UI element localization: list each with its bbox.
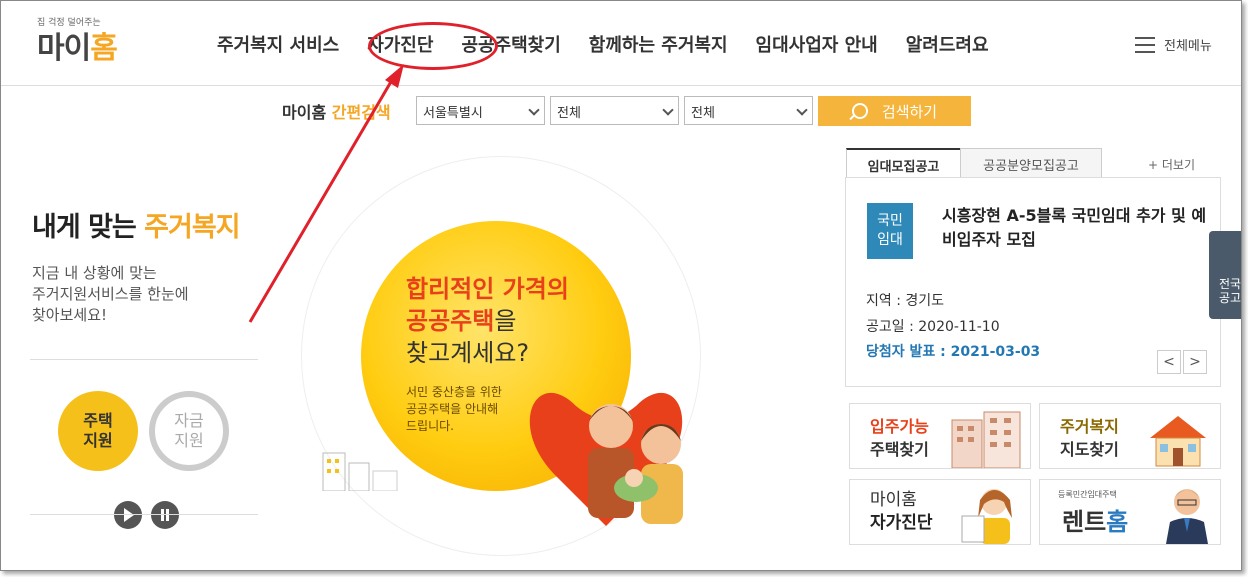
banner-label: 마이홈 [870, 490, 917, 510]
category-select[interactable]: 전체 [684, 96, 813, 125]
banner-available-housing[interactable]: 입주가능 주택찾기 [849, 403, 1031, 469]
fund-support-button[interactable]: 자금 지원 [149, 391, 229, 471]
buildings-illustration [322, 452, 398, 491]
nav-item-landlord-guide[interactable]: 임대사업자 안내 [756, 31, 878, 57]
search-button[interactable]: 검색하기 [818, 96, 971, 126]
family-heart-illustration [529, 392, 683, 526]
banner-rent-home-part2: 홈 [1106, 508, 1129, 536]
pause-button[interactable] [151, 501, 179, 529]
tab-rental-notice[interactable]: 임대모집공고 [846, 148, 961, 178]
banner-label: 자가진단 [870, 513, 933, 533]
quick-search-title-part1: 마이홈 [282, 103, 327, 122]
main-nav: 주거복지 서비스 자가진단 공공주택찾기 함께하는 주거복지 임대사업자 안내 … [217, 31, 1017, 57]
visual-title: 합리적인 가격의 공공주택을 찾고계세요? [406, 273, 569, 369]
badge-line: 임대 [877, 232, 903, 248]
banner-label: 주택찾기 [870, 440, 929, 459]
region-select-value: 서울특별시 [423, 106, 483, 121]
banner-label: 입주가능 [870, 417, 929, 436]
notice-next-button[interactable]: > [1183, 350, 1207, 374]
side-tab-label: 전국 [1219, 277, 1242, 291]
logo-name-part1: 마이 [37, 31, 91, 66]
left-desc-line: 찾아보세요! [32, 306, 108, 324]
banner-rent-home-subtitle: 등록민간임대주택 [1058, 490, 1117, 499]
fund-support-label: 지원 [174, 431, 204, 450]
chevron-down-icon [796, 104, 808, 116]
banner-label: 주거복지 [1060, 417, 1119, 436]
house-icon [1150, 416, 1206, 467]
region-select[interactable]: 서울특별시 [416, 96, 545, 125]
nav-item-welfare-service[interactable]: 주거복지 서비스 [217, 31, 339, 57]
category-select-value: 전체 [691, 106, 715, 121]
play-button[interactable] [114, 501, 142, 529]
notice-type-badge: 국민 임대 [867, 203, 913, 259]
woman-reading-icon [961, 489, 1012, 544]
housing-support-label: 지원 [83, 431, 113, 450]
divider [30, 359, 258, 360]
notice-date: 공고일 : 2020-11-10 [866, 319, 1000, 335]
visual-title-line3: 찾고계세요? [406, 339, 530, 367]
notice-prev-button[interactable]: < [1157, 350, 1181, 374]
more-link[interactable]: + 더보기 [1148, 156, 1195, 173]
left-desc-line: 주거지원서비스를 한눈에 [32, 285, 189, 303]
type-select[interactable]: 전체 [550, 96, 679, 125]
notice-title[interactable]: 시흥장현 A-5블록 국민임대 추가 및 예비입주자 모집 [942, 204, 1212, 252]
search-button-label: 검색하기 [881, 102, 938, 121]
search-icon [851, 103, 868, 119]
visual-sub-line: 공공주택을 안내해 [406, 402, 499, 416]
visual-sub-line: 드립니다. [406, 419, 454, 433]
side-tab-label: 공고 [1219, 291, 1242, 305]
left-desc-line: 지금 내 상황에 맞는 [32, 264, 157, 282]
hamburger-icon [1135, 36, 1155, 53]
notice-card[interactable]: 국민 임대 시흥장현 A-5블록 국민임대 추가 및 예비입주자 모집 지역 :… [845, 177, 1221, 387]
nav-item-notices[interactable]: 알려드려요 [906, 31, 989, 57]
all-menu-label: 전체메뉴 [1164, 39, 1212, 54]
banner-welfare-map[interactable]: 주거복지 지도찾기 [1039, 403, 1221, 469]
highlight-circle-annotation [368, 22, 498, 70]
visual-title-line1: 합리적인 가격의 [406, 275, 569, 303]
apartment-building-icon [951, 411, 1021, 468]
quick-search-title-part2: 간편검색 [331, 103, 391, 122]
fund-support-label: 자금 [174, 411, 204, 430]
chevron-down-icon [528, 104, 540, 116]
browser-frame: 집 걱정 덜어주는 마이홈 주거복지 서비스 자가진단 공공주택찾기 함께하는 … [0, 0, 1242, 571]
banner-self-diagnosis[interactable]: 마이홈 자가진단 [849, 479, 1031, 545]
visual-title-rest: 을 [494, 307, 517, 335]
notice-region: 지역 : 경기도 [866, 293, 945, 309]
banner-rent-home-part1: 렌트 [1062, 508, 1107, 536]
visual-subtitle: 서민 중산층을 위한 공공주택을 안내해 드립니다. [406, 384, 502, 435]
businessman-icon [1166, 489, 1208, 544]
logo-name-part2: 홈 [90, 31, 118, 66]
banner-rent-home-title: 렌트홈 [1062, 502, 1128, 537]
notice-announce-date: 당첨자 발표 : 2021-03-03 [866, 344, 1041, 360]
type-select-value: 전체 [557, 106, 581, 121]
banner-rent-home[interactable]: 등록민간임대주택 렌트홈 [1039, 479, 1221, 545]
main-visual-banner[interactable]: 합리적인 가격의 공공주택을 찾고계세요? 서민 중산층을 위한 공공주택을 안… [296, 156, 796, 556]
site-header: 집 걱정 덜어주는 마이홈 주거복지 서비스 자가진단 공공주택찾기 함께하는 … [1, 1, 1241, 86]
notice-tabs: 임대모집공고 공공분양모집공고 + 더보기 [846, 148, 1221, 178]
divider [30, 514, 258, 515]
left-panel-description: 지금 내 상황에 맞는 주거지원서비스를 한눈에 찾아보세요! [32, 263, 189, 326]
all-menu-button[interactable]: 전체메뉴 [1135, 35, 1212, 54]
nationwide-notice-side-tab[interactable]: 전국 공고 [1209, 231, 1242, 319]
left-title-part1: 내게 맞는 [32, 212, 137, 243]
housing-support-button[interactable]: 주택 지원 [58, 391, 138, 471]
chevron-down-icon [662, 104, 674, 116]
badge-line: 국민 [877, 213, 903, 229]
nav-item-together-welfare[interactable]: 함께하는 주거복지 [589, 31, 728, 57]
left-panel-title: 내게 맞는 주거복지 [32, 205, 241, 244]
visual-title-accent: 공공주택 [406, 307, 495, 335]
quick-search-title: 마이홈 간편검색 [282, 99, 391, 123]
tab-public-sale-notice[interactable]: 공공분양모집공고 [960, 148, 1102, 178]
left-title-part2: 주거복지 [144, 212, 240, 243]
housing-support-label: 주택 [83, 411, 113, 430]
banner-label: 지도찾기 [1060, 440, 1119, 459]
logo-wordmark: 마이홈 [37, 23, 118, 67]
visual-sub-line: 서민 중산층을 위한 [406, 385, 502, 399]
